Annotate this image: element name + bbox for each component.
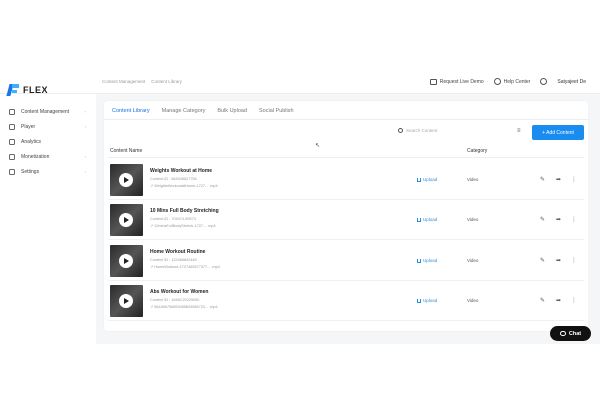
content-category: Video xyxy=(467,258,479,263)
upload-status[interactable]: Upload xyxy=(417,217,437,222)
search-input[interactable]: Search Content xyxy=(398,128,437,133)
upload-icon xyxy=(417,298,421,303)
video-thumbnail[interactable] xyxy=(110,245,143,277)
help-icon xyxy=(493,78,501,85)
content-id: Content ID : 122466842448 xyxy=(150,258,197,262)
user-name: Satyajeet De xyxy=(557,78,586,85)
video-thumbnail[interactable] xyxy=(110,204,143,236)
request-live-demo-button[interactable]: Request Live Demo xyxy=(429,78,484,85)
upload-status[interactable]: Upload xyxy=(417,177,437,182)
sidebar-item-content-management[interactable]: Content Management › xyxy=(0,104,92,119)
add-content-button[interactable]: + Add Content xyxy=(532,125,584,140)
content-category: Video xyxy=(467,217,479,222)
breadcrumb-item: Content Library xyxy=(151,79,183,84)
upload-icon xyxy=(417,177,421,182)
header-divider xyxy=(108,157,584,158)
bell-icon xyxy=(540,78,548,85)
content-title[interactable]: Home Workout Routine xyxy=(150,249,205,255)
content-title[interactable]: Abs Workout for Women xyxy=(150,289,208,295)
share-icon[interactable]: ➦ xyxy=(556,297,561,304)
play-icon[interactable] xyxy=(119,294,133,308)
content-file: ↗ WeightsWorkoutatHome-1727... .mp4 xyxy=(150,184,218,188)
chart-icon xyxy=(9,138,15,145)
content-id: Content ID : 1648C20225050 xyxy=(150,298,200,302)
chevron-right-icon: › xyxy=(84,154,86,159)
play-icon xyxy=(9,123,15,130)
top-actions: Request Live Demo Help Center Satyajeet … xyxy=(429,78,586,85)
notifications-button[interactable] xyxy=(540,78,548,85)
more-icon[interactable]: ⋮ xyxy=(571,297,577,304)
sidebar-item-settings[interactable]: Settings › xyxy=(0,164,92,179)
upload-icon xyxy=(417,258,421,263)
table-row[interactable]: Weights Workout at Home Content ID : 664… xyxy=(108,160,584,200)
user-menu[interactable]: Satyajeet De xyxy=(557,79,586,85)
more-icon[interactable]: ⋮ xyxy=(571,176,577,183)
folder-icon xyxy=(9,108,15,115)
share-icon[interactable]: ➦ xyxy=(556,216,561,223)
chevron-right-icon: › xyxy=(84,109,86,114)
sidebar: Content Management › Player › Analytics … xyxy=(0,104,92,179)
search-placeholder: Search Content xyxy=(406,128,438,133)
content-title[interactable]: Weights Workout at Home xyxy=(150,168,212,174)
mouse-cursor-icon: ↖ xyxy=(315,143,321,149)
table-row[interactable]: 10 Mins Full Body Stretching Content ID … xyxy=(108,200,584,240)
content-file: ↗ HomeWorkout-1727465577377... .mp4 xyxy=(150,265,220,269)
sidebar-item-analytics[interactable]: Analytics xyxy=(0,134,92,149)
table-row[interactable]: Abs Workout for Women Content ID : 1648C… xyxy=(108,281,584,321)
upload-icon xyxy=(417,217,421,222)
video-thumbnail[interactable] xyxy=(110,164,143,196)
content-category: Video xyxy=(467,298,479,303)
video-thumbnail[interactable] xyxy=(110,285,143,317)
brand-logo[interactable]: FLEX xyxy=(6,84,49,96)
more-icon[interactable]: ⋮ xyxy=(571,257,577,264)
help-center-button[interactable]: Help Center xyxy=(493,78,530,85)
edit-icon[interactable]: ✎ xyxy=(540,297,545,304)
edit-icon[interactable]: ✎ xyxy=(540,176,545,183)
filter-icon[interactable]: ≡ xyxy=(517,128,521,134)
chevron-right-icon: › xyxy=(84,124,86,129)
flex-logo-icon xyxy=(6,84,20,96)
calendar-icon xyxy=(9,153,15,160)
content-title[interactable]: 10 Mins Full Body Stretching xyxy=(150,208,219,214)
gear-icon xyxy=(9,168,15,175)
edit-icon[interactable]: ✎ xyxy=(540,257,545,264)
more-icon[interactable]: ⋮ xyxy=(571,216,577,223)
content-file: ↗ 564456756853455843586723... .mp4 xyxy=(150,305,218,309)
play-icon[interactable] xyxy=(119,173,133,187)
upload-status[interactable]: Upload xyxy=(417,258,437,263)
content-file: ↗ 10minsFullBodyStretch-1727... .mp4 xyxy=(150,224,216,228)
content-category: Video xyxy=(467,177,479,182)
share-icon[interactable]: ➦ xyxy=(556,257,561,264)
play-icon[interactable] xyxy=(119,254,133,268)
content-id: Content ID : 664546627756 xyxy=(150,177,197,181)
upload-status[interactable]: Upload xyxy=(417,298,437,303)
play-icon[interactable] xyxy=(119,213,133,227)
search-icon xyxy=(398,128,403,133)
chevron-right-icon: › xyxy=(84,169,86,174)
chat-bubble-icon xyxy=(559,331,566,336)
tab-divider xyxy=(104,119,588,120)
sidebar-item-monetization[interactable]: Monetization › xyxy=(0,149,92,164)
content-id: Content ID : 704474-59573 xyxy=(150,217,196,221)
sidebar-item-player[interactable]: Player › xyxy=(0,119,92,134)
column-header-category: Category xyxy=(467,148,488,154)
breadcrumb-item[interactable]: Content Management xyxy=(102,79,145,84)
edit-icon[interactable]: ✎ xyxy=(540,216,545,223)
share-icon[interactable]: ➦ xyxy=(556,176,561,183)
breadcrumb: Content Management Content Library xyxy=(102,79,182,84)
chat-button[interactable]: Chat xyxy=(550,326,591,341)
brand-name: FLEX xyxy=(23,85,49,95)
calendar-icon xyxy=(429,78,437,85)
column-header-content-name: Content Name xyxy=(110,148,143,154)
table-row[interactable]: Home Workout Routine Content ID : 122466… xyxy=(108,241,584,281)
